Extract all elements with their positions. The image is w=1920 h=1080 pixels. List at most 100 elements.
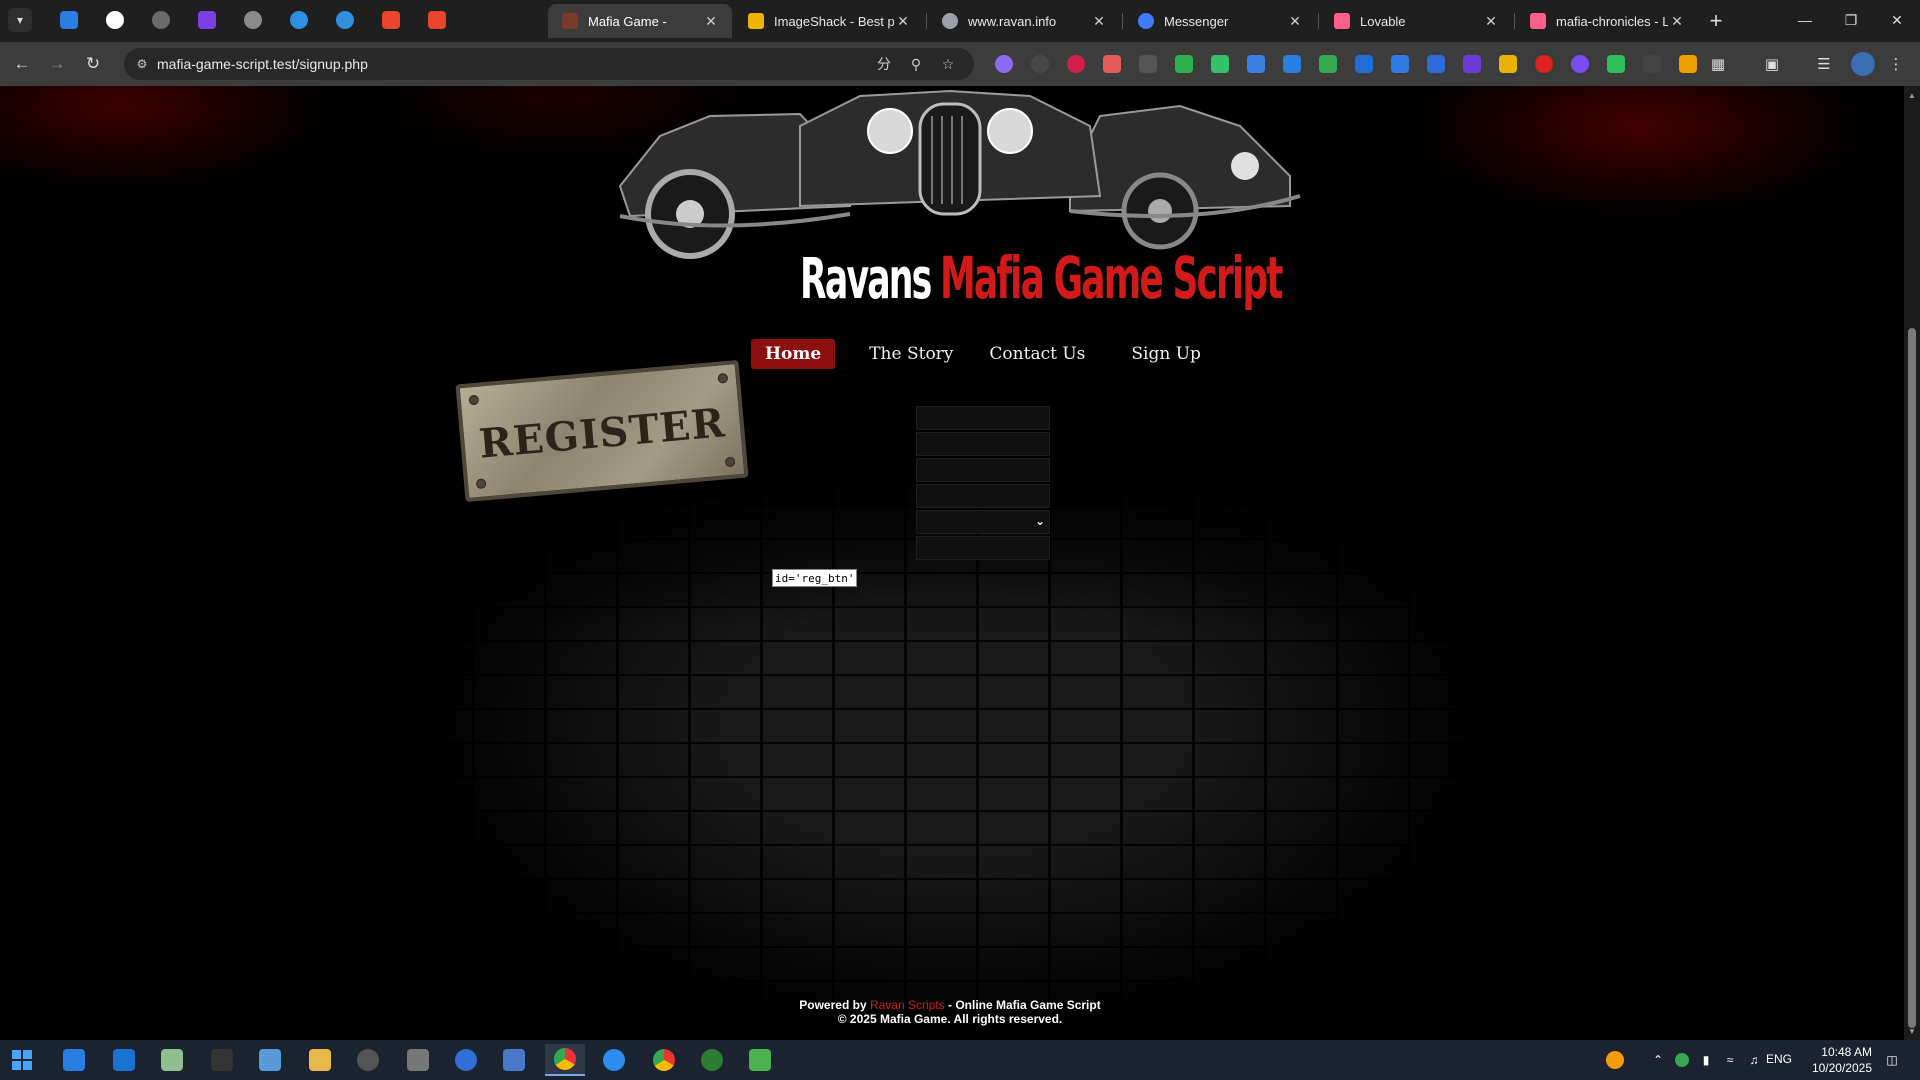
back-button[interactable]: ← — [8, 50, 36, 78]
taskbar-app[interactable] — [348, 1044, 388, 1076]
taskbar-app[interactable] — [446, 1044, 486, 1076]
taskbar-app[interactable] — [250, 1044, 290, 1076]
extension-icon[interactable] — [1418, 52, 1454, 76]
close-icon[interactable]: ✕ — [1668, 12, 1686, 30]
extension-icon[interactable] — [1490, 52, 1526, 76]
extension-icon[interactable] — [1058, 52, 1094, 76]
taskbar-app[interactable] — [152, 1044, 192, 1076]
scroll-up-icon[interactable]: ▲ — [1907, 90, 1917, 100]
nav-the-story[interactable]: The Story — [869, 339, 953, 369]
email-field[interactable] — [916, 484, 1050, 508]
scrollbar-thumb[interactable] — [1908, 328, 1916, 1028]
extension-icon[interactable] — [1310, 52, 1346, 76]
language-indicator[interactable]: ENG — [1766, 1052, 1792, 1066]
tab-lovable[interactable]: Lovable ✕ — [1320, 4, 1512, 38]
site-info-icon[interactable]: ⚙ — [134, 56, 150, 72]
pinned-tab[interactable] — [414, 8, 460, 32]
taskbar-app-chrome[interactable] — [545, 1044, 585, 1076]
tab-mafia-chronicles[interactable]: mafia-chronicles - Lov ✕ — [1516, 4, 1698, 38]
extension-icon[interactable] — [1274, 52, 1310, 76]
url-text[interactable]: mafia-game-script.test/signup.php — [157, 56, 368, 72]
extension-icon[interactable] — [1382, 52, 1418, 76]
close-icon[interactable]: ✕ — [1090, 12, 1108, 30]
extension-icon[interactable] — [1526, 52, 1562, 76]
extension-icon[interactable] — [1202, 52, 1238, 76]
extension-icon[interactable] — [1670, 52, 1706, 76]
taskbar-app-outlook[interactable] — [104, 1044, 144, 1076]
username-field[interactable] — [916, 406, 1050, 430]
tray-app-icon[interactable] — [1605, 1050, 1625, 1070]
screenshot-icon[interactable]: ▣ — [1759, 52, 1785, 76]
chevron-up-icon[interactable]: ⌃ — [1648, 1050, 1668, 1070]
forward-button[interactable]: → — [43, 50, 71, 78]
close-icon[interactable]: ✕ — [1482, 12, 1500, 30]
notification-icon[interactable]: ◫ — [1882, 1050, 1902, 1070]
pinned-tab[interactable] — [322, 8, 368, 32]
taskbar-app[interactable] — [692, 1044, 732, 1076]
new-tab-button[interactable]: + — [1702, 8, 1730, 34]
nav-home[interactable]: Home — [751, 339, 836, 369]
address-bar[interactable]: ⚙ mafia-game-script.test/signup.php 分 ⚲ … — [124, 48, 974, 80]
bookmark-star-icon[interactable]: ☆ — [938, 54, 958, 74]
tray-chrome-icon[interactable] — [1672, 1050, 1692, 1070]
pinned-tab[interactable] — [368, 8, 414, 32]
extension-icon[interactable] — [1022, 52, 1058, 76]
pinned-tab[interactable] — [230, 8, 276, 32]
taskbar-app[interactable] — [398, 1044, 438, 1076]
close-window-button[interactable]: ✕ — [1874, 6, 1920, 34]
close-icon[interactable]: ✕ — [894, 12, 912, 30]
taskbar-app[interactable] — [494, 1044, 534, 1076]
pinned-tab[interactable] — [138, 8, 184, 32]
tab-messenger[interactable]: Messenger ✕ — [1124, 4, 1316, 38]
tab-search-button[interactable]: ▾ — [8, 8, 32, 32]
register-button[interactable]: id='reg_btn' — [772, 569, 858, 587]
password-field[interactable] — [916, 432, 1050, 456]
site-logo[interactable]: Ravans Mafia Game Script — [800, 232, 1491, 312]
pinned-tab[interactable] — [46, 8, 92, 32]
reading-list-icon[interactable]: ☰ — [1811, 52, 1837, 76]
close-icon[interactable]: ✕ — [1286, 12, 1304, 30]
start-button[interactable] — [2, 1044, 42, 1076]
menu-dots-icon[interactable]: ⋮ — [1883, 52, 1909, 76]
taskbar-app-edge[interactable] — [594, 1044, 634, 1076]
extension-icon[interactable] — [1166, 52, 1202, 76]
extension-icon[interactable] — [1094, 52, 1130, 76]
captcha-field[interactable] — [916, 536, 1050, 560]
extension-icon[interactable] — [1454, 52, 1490, 76]
tab-ravan-info[interactable]: www.ravan.info ✕ — [928, 4, 1120, 38]
taskbar-app[interactable] — [202, 1044, 242, 1076]
taskbar-app[interactable] — [740, 1044, 780, 1076]
battery-icon[interactable]: ▮ — [1696, 1050, 1716, 1070]
confirm-password-field[interactable] — [916, 458, 1050, 482]
volume-icon[interactable]: ♫ — [1744, 1050, 1764, 1070]
translate-icon[interactable]: 分 — [874, 54, 894, 74]
extension-icon[interactable] — [1130, 52, 1166, 76]
extension-icon[interactable] — [986, 52, 1022, 76]
extension-icon[interactable] — [1562, 52, 1598, 76]
extension-icon[interactable] — [1346, 52, 1382, 76]
taskbar-app-store[interactable] — [54, 1044, 94, 1076]
pinned-tab-github[interactable] — [92, 8, 138, 32]
extension-icon[interactable] — [1598, 52, 1634, 76]
class-select[interactable]: ⌄ — [916, 510, 1050, 534]
tab-mafia-game[interactable]: Mafia Game - ✕ — [548, 4, 732, 38]
pinned-tab[interactable] — [184, 8, 230, 32]
taskbar-app-chrome[interactable] — [644, 1044, 684, 1076]
scroll-down-icon[interactable]: ▼ — [1907, 1026, 1917, 1036]
nav-contact-us[interactable]: Contact Us — [989, 339, 1085, 369]
taskbar-app-file-explorer[interactable] — [300, 1044, 340, 1076]
extension-icon[interactable] — [1238, 52, 1274, 76]
restore-button[interactable]: ❐ — [1828, 6, 1874, 34]
nav-sign-up[interactable]: Sign Up — [1131, 339, 1201, 369]
extensions-puzzle-icon[interactable]: ▦ — [1705, 52, 1731, 76]
ravan-scripts-link[interactable]: Ravan Scripts — [870, 998, 945, 1012]
tab-imageshack[interactable]: ImageShack - Best place ✕ — [734, 4, 924, 38]
profile-avatar[interactable] — [1851, 52, 1875, 76]
pinned-tab[interactable] — [276, 8, 322, 32]
minimize-button[interactable]: — — [1782, 6, 1828, 34]
zoom-icon[interactable]: ⚲ — [906, 54, 926, 74]
wifi-icon[interactable]: ≈ — [1720, 1050, 1740, 1070]
page-scrollbar[interactable]: ▲ ▼ — [1904, 86, 1920, 1040]
clock[interactable]: 10:48 AM 10/20/2025 — [1792, 1044, 1872, 1076]
reload-button[interactable]: ↻ — [79, 50, 107, 78]
